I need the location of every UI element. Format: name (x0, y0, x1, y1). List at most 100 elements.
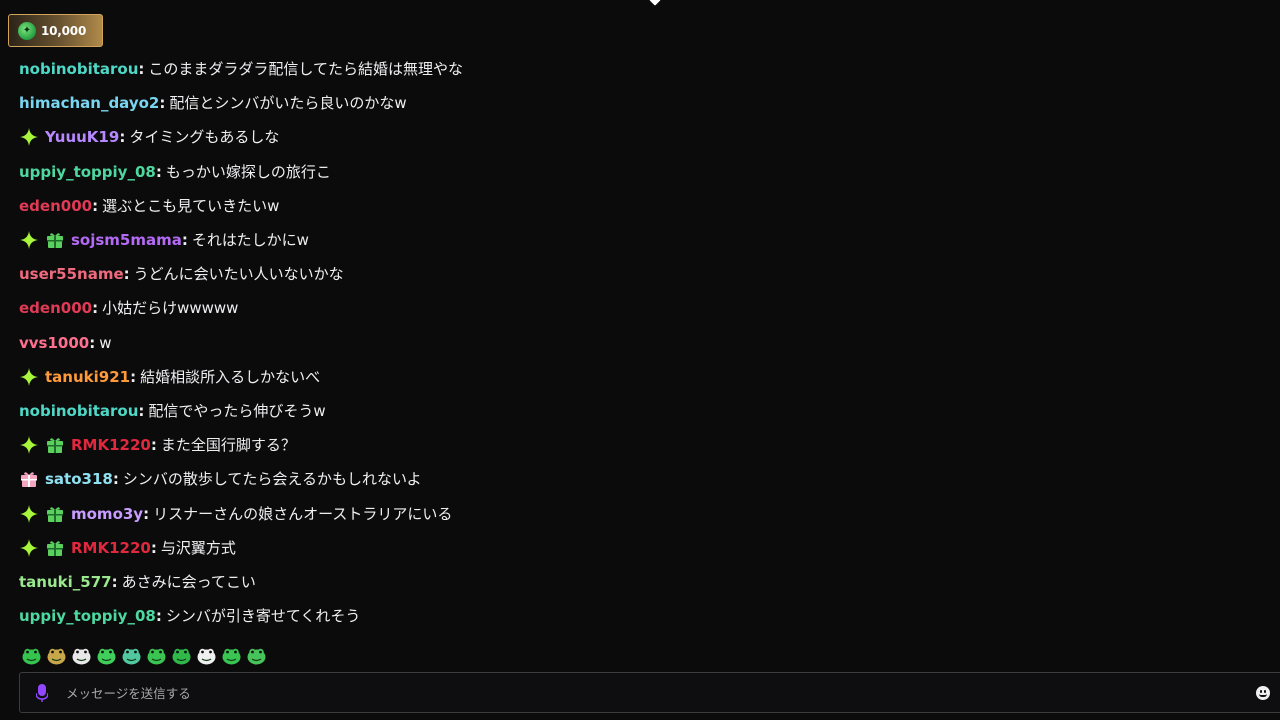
sparkle-badge-icon[interactable] (19, 127, 39, 147)
chat-message: nobinobitarou: このままダラダラ配信してたら結婚は無理やな (19, 52, 1219, 86)
chat-username[interactable]: nobinobitarou (19, 401, 138, 421)
chat-message-list: nobinobitarou: このままダラダラ配信してたら結婚は無理やな himac… (19, 52, 1219, 633)
chat-message: momo3y: リスナーさんの娘さんオーストラリアにいる (19, 496, 1219, 530)
chat-message-text: このままダラダラ配信してたら結婚は無理やな (148, 60, 463, 79)
chat-message-text: 結婚相談所入るしかないべ (140, 367, 321, 386)
chat-separator: : (111, 572, 118, 591)
chat-message: eden000: 選ぶとこも見ていきたいw (19, 189, 1219, 223)
chat-separator: : (119, 128, 126, 147)
chat-message-text: また全国行脚する？ (160, 436, 296, 455)
chat-message-text: それはたしかにw (191, 231, 309, 250)
chat-message: sojsm5mama: それはたしかにw (19, 223, 1219, 257)
chat-username[interactable]: uppiy_toppiy_08 (19, 606, 156, 626)
gift-badge-icon[interactable] (45, 435, 65, 455)
gift-badge-icon[interactable] (45, 230, 65, 250)
box-emote[interactable] (46, 645, 67, 666)
chat-message: tanuki_577: あさみに会ってこい (19, 565, 1219, 599)
frog-emote-1[interactable] (21, 645, 42, 666)
chat-separator: : (92, 196, 99, 215)
chat-separator: : (155, 607, 162, 626)
chat-separator: : (138, 401, 145, 420)
chat-message-text: シンバの散歩してたら会えるかもしれないよ (122, 470, 422, 489)
chat-input-placeholder[interactable]: メッセージを送信する (66, 683, 191, 702)
chat-message-text: w (99, 333, 112, 352)
sparkle-badge-icon[interactable] (19, 230, 39, 250)
frog-emote-5[interactable] (146, 645, 167, 666)
frog-emote-9[interactable] (246, 645, 267, 666)
chat-message: tanuki921: 結婚相談所入るしかないべ (19, 360, 1219, 394)
chat-separator: : (130, 367, 137, 386)
chat-input-box[interactable]: メッセージを送信する (19, 672, 1280, 713)
channel-points-button[interactable]: ✦ 10,000 (8, 14, 103, 47)
gift-badge-icon[interactable] (45, 504, 65, 524)
chat-username[interactable]: nobinobitarou (19, 59, 138, 79)
frog-emote-7[interactable] (196, 645, 217, 666)
chat-separator: : (155, 162, 162, 181)
chat-message: RMK1220: また全国行脚する？ (19, 428, 1219, 462)
chat-message-text: もっかい嫁探しの旅行こ (165, 162, 331, 181)
chat-message-text: シンバが引き寄せてくれそう (165, 607, 361, 626)
chat-username[interactable]: RMK1220 (71, 435, 151, 455)
frog-emote-6[interactable] (171, 645, 192, 666)
chat-username[interactable]: tanuki_577 (19, 572, 112, 592)
chat-username[interactable]: sato318 (45, 469, 113, 489)
chat-separator: : (89, 333, 96, 352)
chat-message: RMK1220: 与沢翼方式 (19, 531, 1219, 565)
chat-message: eden000: 小姑だらけwwwww (19, 291, 1219, 325)
chat-message: YuuuK19: タイミングもあるしな (19, 120, 1219, 154)
chat-username[interactable]: eden000 (19, 298, 92, 318)
chat-message: sato318: シンバの散歩してたら会えるかもしれないよ (19, 462, 1219, 496)
microphone-icon[interactable] (34, 683, 50, 703)
chat-username[interactable]: momo3y (71, 504, 143, 524)
chat-message-text: 与沢翼方式 (160, 538, 236, 557)
chat-message-text: うどんに会いたい人いないかな (133, 265, 344, 284)
chat-message-text: タイミングもあるしな (129, 128, 280, 147)
chat-message: uppiy_toppiy_08: シンバが引き寄せてくれそう (19, 599, 1219, 633)
emote-row (21, 645, 267, 667)
chat-username[interactable]: himachan_dayo2 (19, 93, 159, 113)
chat-message: uppiy_toppiy_08: もっかい嫁探しの旅行こ (19, 155, 1219, 189)
chat-message: nobinobitarou: 配信でやったら伸びそうw (19, 394, 1219, 428)
sparkle-badge-icon[interactable] (19, 367, 39, 387)
chat-message-text: 選ぶとこも見ていきたいw (102, 196, 280, 215)
gift-badge-icon[interactable] (45, 538, 65, 558)
chat-message-text: あさみに会ってこい (121, 572, 256, 591)
chat-separator: : (123, 265, 130, 284)
cursor-indicator (649, 0, 661, 6)
sparkle-badge-icon[interactable] (19, 538, 39, 558)
chat-username[interactable]: vvs1000 (19, 333, 89, 353)
chat-separator: : (112, 470, 119, 489)
chat-message: user55name: うどんに会いたい人いないかな (19, 257, 1219, 291)
chat-username[interactable]: uppiy_toppiy_08 (19, 162, 156, 182)
channel-points-value: 10,000 (41, 23, 87, 38)
frog-emote-3[interactable] (96, 645, 117, 666)
chat-username[interactable]: sojsm5mama (71, 230, 182, 250)
chat-username[interactable]: user55name (19, 264, 124, 284)
chat-separator: : (92, 299, 99, 318)
chat-separator: : (150, 538, 157, 557)
chat-message-text: 配信とシンバがいたら良いのかなw (169, 94, 407, 113)
chat-username[interactable]: tanuki921 (45, 367, 130, 387)
chat-message-text: 配信でやったら伸びそうw (148, 401, 326, 420)
sparkle-badge-icon[interactable] (19, 504, 39, 524)
chat-username[interactable]: RMK1220 (71, 538, 151, 558)
chat-separator: : (181, 231, 188, 250)
chat-separator: : (159, 94, 166, 113)
chat-separator: : (138, 60, 145, 79)
chat-message-text: 小姑だらけwwwww (102, 299, 239, 318)
chat-username[interactable]: eden000 (19, 196, 92, 216)
chat-message-text: リスナーさんの娘さんオーストラリアにいる (153, 504, 453, 523)
frog-emote-2[interactable] (71, 645, 92, 666)
chat-separator: : (150, 436, 157, 455)
chat-message: himachan_dayo2: 配信とシンバがいたら良いのかなw (19, 86, 1219, 120)
sparkle-badge-icon[interactable] (19, 435, 39, 455)
frog-emote-8[interactable] (221, 645, 242, 666)
pink-gift-badge-icon[interactable] (19, 469, 39, 489)
chat-separator: : (143, 504, 150, 523)
emoji-picker-icon[interactable] (1256, 686, 1270, 700)
frog-emote-4[interactable] (121, 645, 142, 666)
chat-panel: ✦ 10,000 nobinobitarou: このままダラダラ配信してたら結婚は… (0, 0, 1280, 720)
channel-points-icon: ✦ (18, 21, 36, 40)
chat-username[interactable]: YuuuK19 (45, 127, 119, 147)
chat-message: vvs1000: w (19, 326, 1219, 360)
